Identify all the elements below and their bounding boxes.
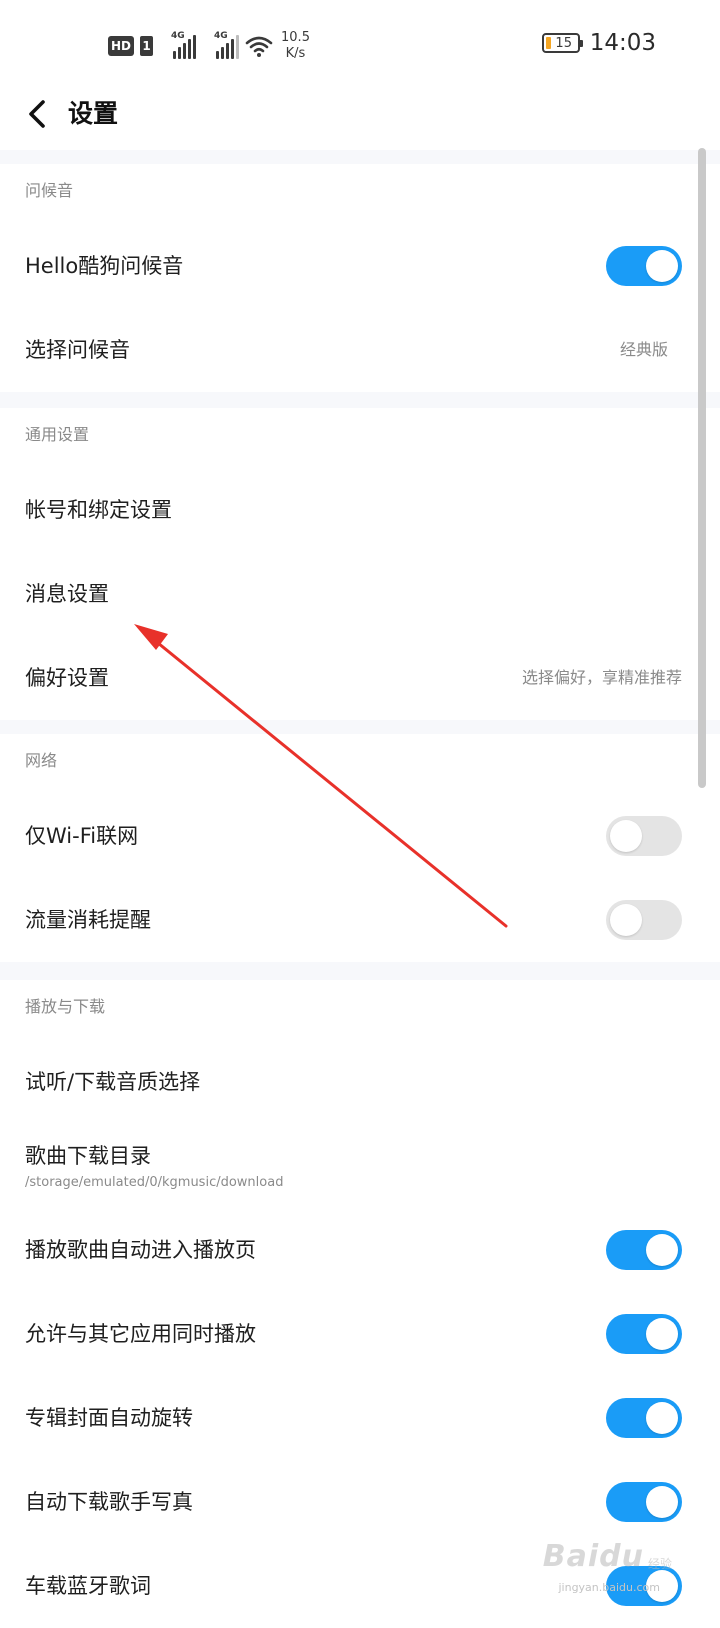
settings-list: 问候音 Hello酷狗问候音 选择问候音 经典版 通用设置 帐号和绑定设置 消息… xyxy=(0,150,720,1628)
setting-label: 车载蓝牙歌词 xyxy=(25,1574,151,1598)
download-dir-path: /storage/emulated/0/kgmusic/download xyxy=(25,1175,284,1190)
section-divider xyxy=(0,962,720,980)
cover-rotate-toggle[interactable] xyxy=(606,1398,682,1438)
signal-icon: 4G xyxy=(214,31,240,59)
setting-row-choose-greeting[interactable]: 选择问候音 经典版 xyxy=(0,308,720,392)
setting-row-account[interactable]: 帐号和绑定设置 xyxy=(0,468,720,552)
setting-label: 歌曲下载目录 xyxy=(25,1144,151,1168)
page-title: 设置 xyxy=(68,99,119,128)
signal-icon: 4G xyxy=(171,31,197,59)
section-title-network: 网络 xyxy=(0,734,720,794)
setting-row-download-dir[interactable]: 歌曲下载目录 /storage/emulated/0/kgmusic/downl… xyxy=(0,1124,720,1208)
status-bar: HD 1 4G 4G 10.5 K/s 15 14:03 xyxy=(0,0,720,82)
watermark-sub: 经验 xyxy=(647,1557,672,1571)
setting-row-quality[interactable]: 试听/下载音质选择 xyxy=(0,1040,720,1124)
status-left: HD 1 4G 4G 10.5 K/s xyxy=(108,26,310,66)
setting-row-hello-greeting[interactable]: Hello酷狗问候音 xyxy=(0,224,720,308)
chevron-left-icon xyxy=(29,100,45,128)
setting-label: 专辑封面自动旋转 xyxy=(25,1406,193,1430)
section-title-greeting: 问候音 xyxy=(0,164,720,224)
section-divider xyxy=(0,392,720,408)
network-speed: 10.5 K/s xyxy=(281,30,310,62)
hd-badge: HD xyxy=(108,36,135,56)
wifi-only-toggle[interactable] xyxy=(606,816,682,856)
baidu-watermark: Baidu 经验 xyxy=(543,1539,672,1574)
setting-row-message[interactable]: 消息设置 xyxy=(0,552,720,636)
back-button[interactable] xyxy=(22,94,52,134)
battery-level: 15 xyxy=(555,35,572,51)
watermark-domain: jingyan.baidu.com xyxy=(558,1581,660,1594)
setting-row-cover-rotate[interactable]: 专辑封面自动旋转 xyxy=(0,1376,720,1460)
sim-badge: 1 xyxy=(140,36,154,56)
section-title-playback: 播放与下载 xyxy=(0,980,720,1040)
status-time: 14:03 xyxy=(589,30,656,56)
setting-label: 试听/下载音质选择 xyxy=(25,1070,201,1094)
setting-value: 选择偏好，享精准推荐 xyxy=(521,668,682,687)
setting-label: 播放歌曲自动进入播放页 xyxy=(25,1238,256,1262)
net-type-label: 4G xyxy=(214,31,228,41)
app-header: 设置 xyxy=(0,82,720,150)
setting-label: 选择问候音 xyxy=(25,338,130,362)
setting-row-mix-play[interactable]: 允许与其它应用同时播放 xyxy=(0,1292,720,1376)
setting-label: 帐号和绑定设置 xyxy=(25,498,172,522)
setting-row-wifi-only[interactable]: 仅Wi-Fi联网 xyxy=(0,794,720,878)
setting-label: 流量消耗提醒 xyxy=(25,908,151,932)
mix-play-toggle[interactable] xyxy=(606,1314,682,1354)
hello-greeting-toggle[interactable] xyxy=(606,246,682,286)
auto-play-page-toggle[interactable] xyxy=(606,1230,682,1270)
setting-row-preference[interactable]: 偏好设置 选择偏好，享精准推荐 xyxy=(0,636,720,720)
scrollbar[interactable] xyxy=(698,148,706,788)
section-title-general: 通用设置 xyxy=(0,408,720,468)
net-type-label: 4G xyxy=(171,31,185,41)
watermark-brand: Baidu xyxy=(542,1539,644,1574)
wifi-icon xyxy=(245,36,273,57)
network-speed-unit: K/s xyxy=(285,46,306,61)
setting-label: 允许与其它应用同时播放 xyxy=(25,1322,256,1346)
battery-icon: 15 xyxy=(541,33,583,53)
section-divider xyxy=(0,720,720,734)
setting-row-data-alert[interactable]: 流量消耗提醒 xyxy=(0,878,720,962)
setting-label: 偏好设置 xyxy=(25,666,109,690)
setting-row-auto-play-page[interactable]: 播放歌曲自动进入播放页 xyxy=(0,1208,720,1292)
auto-download-photo-toggle[interactable] xyxy=(606,1482,682,1522)
data-alert-toggle[interactable] xyxy=(606,900,682,940)
setting-label: Hello酷狗问候音 xyxy=(25,254,184,278)
setting-row-auto-download-photo[interactable]: 自动下载歌手写真 xyxy=(0,1460,720,1544)
status-right: 15 14:03 xyxy=(541,30,656,56)
setting-label: 自动下载歌手写真 xyxy=(25,1490,193,1514)
setting-value: 经典版 xyxy=(619,340,668,359)
setting-label: 消息设置 xyxy=(25,582,109,606)
network-speed-value: 10.5 xyxy=(281,30,310,45)
setting-label: 仅Wi-Fi联网 xyxy=(25,824,139,848)
section-divider xyxy=(0,150,720,164)
